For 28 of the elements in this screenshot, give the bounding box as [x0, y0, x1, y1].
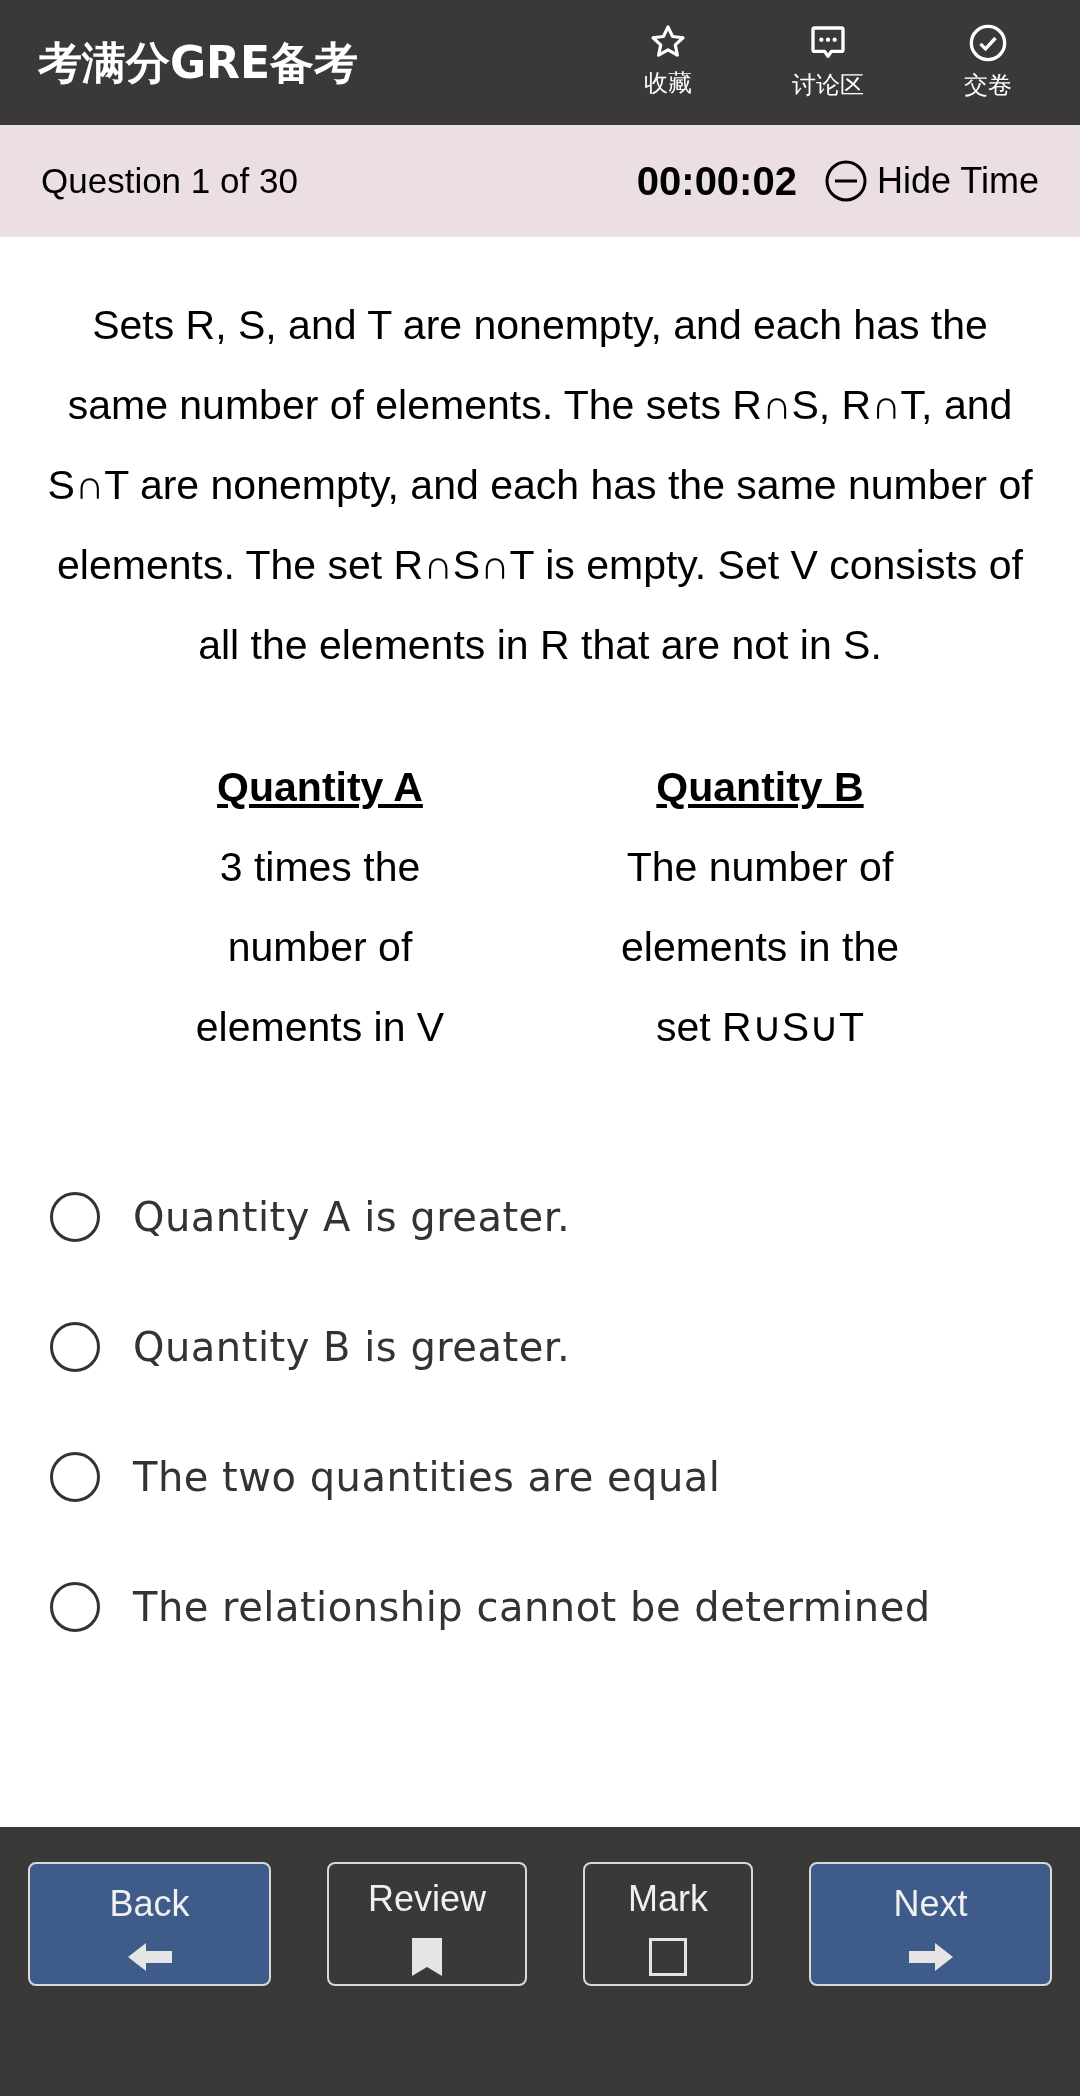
quantity-text: The number of elements in the set R∪S∪T	[619, 843, 901, 1052]
radio-button[interactable]	[50, 1582, 100, 1632]
option-text[interactable]: Quantity B is greater.	[133, 1317, 571, 1377]
radio-button[interactable]	[50, 1192, 100, 1242]
check-circle-icon	[968, 22, 1008, 63]
right-arrow-icon	[908, 1943, 953, 1971]
option-text[interactable]: The relationship cannot be determined	[133, 1577, 931, 1637]
header-action-button[interactable]: 收藏	[616, 22, 720, 103]
nav-button[interactable]: Mark	[583, 1862, 753, 1986]
timer: 00:00:02	[636, 158, 797, 205]
nav-button[interactable]: Back	[28, 1862, 271, 1986]
header-action-button[interactable]: 交卷	[936, 22, 1040, 103]
quantity-text: 3 times the number of elements in V	[194, 843, 446, 1052]
question-text: Sets R, S, and T are nonempty, and each has the same number of elements. The sets R∩S, R∩T, and S∩T are nonempty, and each has the same number of elements. The set R∩S∩T is empty. Set V consists of all the elements in R that are not in S.	[46, 301, 1034, 670]
app-title: 考满分GRE备考	[38, 35, 359, 90]
bookmark-icon	[412, 1938, 442, 1976]
radio-button[interactable]	[50, 1452, 100, 1502]
nav-button[interactable]: Next	[809, 1862, 1052, 1986]
quantity-heading: Quantity A	[217, 763, 423, 812]
quantity-heading: Quantity B	[656, 763, 864, 812]
hide-time-button[interactable]: Hide Time	[824, 154, 1039, 208]
left-arrow-icon	[127, 1943, 172, 1971]
nav-button[interactable]: Review	[327, 1862, 527, 1986]
radio-button[interactable]	[50, 1322, 100, 1372]
option-text[interactable]: The two quantities are equal	[133, 1447, 721, 1507]
option-text[interactable]: Quantity A is greater.	[133, 1187, 571, 1247]
minus-circle-icon	[824, 160, 867, 202]
header-action-button[interactable]: 讨论区	[776, 22, 880, 103]
